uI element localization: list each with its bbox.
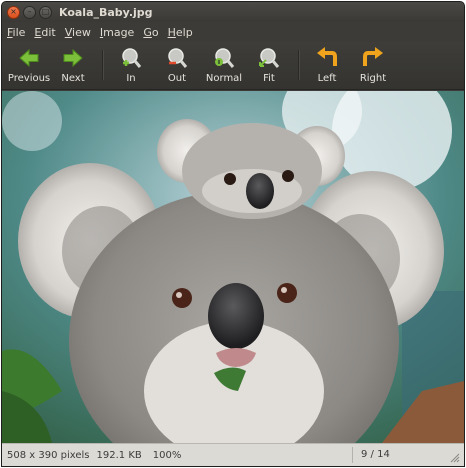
menu-mnemonic: H <box>167 25 176 39</box>
menu-mnemonic: G <box>143 25 152 39</box>
menu-view[interactable]: View <box>65 26 91 39</box>
zoom-normal-label: Normal <box>205 73 243 84</box>
rotate-left-button[interactable]: Left <box>312 44 342 88</box>
zoom-level: 100% <box>152 449 182 461</box>
menu-label-rest: o <box>151 25 159 39</box>
zoom-out-label: Out <box>167 73 187 84</box>
rotate-right-button[interactable]: Right <box>356 44 390 88</box>
rotate-left-label: Left <box>317 73 337 84</box>
resize-grip-icon[interactable] <box>448 451 460 463</box>
zoom-fit-icon <box>259 48 280 68</box>
minimize-icon: – <box>27 7 32 16</box>
minimize-window-button[interactable]: – <box>23 5 36 19</box>
maximize-icon: □ <box>41 7 50 16</box>
zoom-normal-button[interactable]: Normal <box>204 44 244 88</box>
window-title: Koala_Baby.jpg <box>59 5 153 19</box>
zoom-out-button[interactable]: Out <box>162 44 192 88</box>
menu-file[interactable]: File <box>7 26 25 39</box>
close-icon: × <box>10 7 17 16</box>
menu-label-rest: iew <box>72 25 91 39</box>
zoom-in-icon <box>122 48 142 68</box>
arrow-right-icon <box>63 48 83 68</box>
rotate-right-icon <box>363 47 383 66</box>
close-window-button[interactable]: × <box>7 5 20 19</box>
toolbar: Previous Next In Out Normal Fit Left Rig… <box>2 42 464 90</box>
zoom-out-icon <box>168 48 188 68</box>
arrow-left-icon <box>19 48 39 68</box>
menu-help[interactable]: Help <box>168 26 193 39</box>
zoom-normal-icon <box>215 48 235 68</box>
image-viewer-window: × – □ Koala_Baby.jpg File Edit View Imag… <box>1 1 465 467</box>
toolbar-separator <box>298 50 299 80</box>
menu-label-rest: mage <box>103 25 135 39</box>
zoom-fit-button[interactable]: Fit <box>254 44 284 88</box>
menu-image[interactable]: Image <box>100 26 134 39</box>
file-size: 192.1 KB <box>96 449 142 461</box>
previous-label: Previous <box>7 73 51 84</box>
maximize-window-button[interactable]: □ <box>39 5 52 19</box>
koala-photo <box>2 91 464 443</box>
menu-label-rest: dit <box>41 25 56 39</box>
title-bar: × – □ Koala_Baby.jpg <box>2 2 464 22</box>
menu-label-rest: ile <box>12 25 26 39</box>
window-controls: × – □ <box>7 5 52 19</box>
image-dimensions: 508 x 390 pixels <box>7 449 90 461</box>
zoom-fit-label: Fit <box>263 73 275 84</box>
rotate-right-label: Right <box>359 73 387 84</box>
zoom-in-button[interactable]: In <box>116 44 146 88</box>
status-bar: 508 x 390 pixels 192.1 KB 100% 9 / 14 <box>2 443 464 466</box>
image-position: 9 / 14 <box>352 447 412 463</box>
zoom-in-label: In <box>126 73 136 84</box>
menu-bar: File Edit View Image Go Help <box>2 22 464 42</box>
rotate-left-icon <box>317 47 337 66</box>
next-button[interactable]: Next <box>56 44 90 88</box>
toolbar-separator <box>102 50 103 80</box>
previous-button[interactable]: Previous <box>8 44 50 88</box>
next-label: Next <box>61 73 85 84</box>
menu-label-rest: elp <box>175 25 193 39</box>
menu-edit[interactable]: Edit <box>34 26 55 39</box>
menu-mnemonic: V <box>64 25 73 39</box>
image-viewport[interactable] <box>2 91 464 443</box>
menu-go[interactable]: Go <box>143 26 158 39</box>
